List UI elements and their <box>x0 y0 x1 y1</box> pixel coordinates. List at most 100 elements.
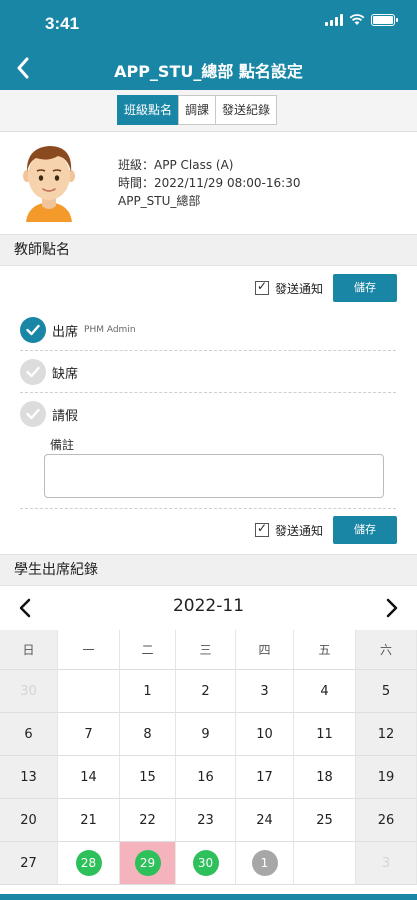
calendar-week-row: 6 7 8 9 10 11 12 <box>0 713 417 756</box>
tab-reschedule[interactable]: 調課 <box>178 95 217 125</box>
month-label: 2022-11 <box>172 596 245 616</box>
attendance-marker: 28 <box>75 850 102 876</box>
attendance-marker: 1 <box>251 850 278 876</box>
wifi-icon <box>349 14 365 25</box>
weekday-label: 二 <box>120 630 176 670</box>
chevron-right-icon <box>386 598 398 618</box>
weekday-label: 日 <box>0 630 58 670</box>
calendar-day[interactable]: 3 <box>356 842 417 885</box>
class-info: 班級：APP Class (A) 時間：2022/11/29 08:00-16:… <box>0 132 417 232</box>
radio-checked-icon <box>20 317 46 343</box>
battery-icon <box>371 14 398 26</box>
attendance-marker: 30 <box>192 850 219 876</box>
calendar-day[interactable]: 28 <box>58 842 120 885</box>
option-label: 出席 <box>52 324 79 340</box>
calendar-day[interactable]: 1 <box>236 842 294 885</box>
remark-input[interactable] <box>44 454 384 498</box>
calendar-day[interactable]: 13 <box>0 756 58 799</box>
calendar-day[interactable]: 9 <box>176 713 236 756</box>
calendar-day[interactable]: 26 <box>356 799 417 842</box>
class-line: 班級：APP Class (A) <box>118 158 234 172</box>
calendar-day[interactable]: 20 <box>0 799 58 842</box>
page-title: APP_STU_總部 點名設定 <box>114 62 303 81</box>
calendar-body: 30 1 2 3 4 5 6 7 8 9 10 11 12 13 14 15 16 17 18 19 20 21 22 23 2… <box>0 670 417 885</box>
calendar-day[interactable]: 1 <box>120 670 176 713</box>
attendance-marker: 29 <box>134 850 161 876</box>
calendar-week-row: 20 21 22 23 24 25 26 <box>0 799 417 842</box>
bottom-bar <box>0 894 417 900</box>
notify-label: 發送通知 <box>274 281 323 296</box>
time-line: 時間：2022/11/29 08:00-16:30 <box>118 176 301 190</box>
calendar-day[interactable]: 22 <box>120 799 176 842</box>
calendar-day[interactable]: 7 <box>58 713 120 756</box>
option-present[interactable]: 出席 PHM Admin <box>20 317 136 343</box>
divider <box>20 508 396 509</box>
calendar-empty-cell <box>58 670 120 713</box>
notify-checkbox-bottom[interactable]: ✓ <box>254 521 269 537</box>
calendar-day[interactable]: 12 <box>356 713 417 756</box>
calendar-day[interactable]: 2 <box>176 670 236 713</box>
weekday-header: 日一二三四五六 <box>0 630 417 670</box>
weekday-label: 四 <box>236 630 294 670</box>
tab-bar: 班級點名 調課 發送紀錄 <box>0 90 417 132</box>
tab-class-rollcall[interactable]: 班級點名 <box>117 95 180 125</box>
avatar <box>23 146 75 222</box>
calendar-empty-cell <box>294 842 356 885</box>
calendar-day[interactable]: 15 <box>120 756 176 799</box>
teacher-section-header: 教師點名 <box>0 234 417 266</box>
remark-label: 備註 <box>50 438 75 452</box>
notify-row-bottom: ✓ 發送通知 儲存 <box>254 516 397 544</box>
next-month-button[interactable] <box>381 598 401 618</box>
calendar-day[interactable]: 24 <box>236 799 294 842</box>
radio-unchecked-icon <box>20 401 46 427</box>
weekday-label: 五 <box>294 630 356 670</box>
notify-checkbox-top[interactable]: ✓ <box>254 279 269 295</box>
app-header: 3:41 APP_STU_總部 點名設定 <box>0 0 417 90</box>
student-section-header: 學生出席紀錄 <box>0 554 417 586</box>
calendar-day[interactable]: 11 <box>294 713 356 756</box>
tab-send-record[interactable]: 發送紀錄 <box>215 95 278 125</box>
calendar-day[interactable]: 5 <box>356 670 417 713</box>
calendar-day[interactable]: 8 <box>120 713 176 756</box>
option-label: 缺席 <box>52 366 79 382</box>
divider <box>20 350 396 351</box>
calendar-day[interactable]: 17 <box>236 756 294 799</box>
status-time: 3:41 <box>45 14 80 33</box>
calendar-day[interactable]: 3 <box>236 670 294 713</box>
calendar-day[interactable]: 14 <box>58 756 120 799</box>
option-leave[interactable]: 請假 <box>20 401 78 427</box>
option-absent[interactable]: 缺席 <box>20 359 78 385</box>
calendar-day[interactable]: 27 <box>0 842 58 885</box>
calendar-day[interactable]: 30 <box>176 842 236 885</box>
save-button-top[interactable]: 儲存 <box>333 274 397 302</box>
weekday-label: 一 <box>58 630 120 670</box>
calendar-day[interactable]: 25 <box>294 799 356 842</box>
option-sub-label: PHM Admin <box>84 325 136 335</box>
weekday-label: 三 <box>176 630 236 670</box>
calendar-day[interactable]: 4 <box>294 670 356 713</box>
check-icon: ✓ <box>256 279 268 293</box>
calendar-day[interactable]: 19 <box>356 756 417 799</box>
calendar-day[interactable]: 16 <box>176 756 236 799</box>
calendar-week-row: 30 1 2 3 4 5 <box>0 670 417 713</box>
calendar-grid: 日一二三四五六 30 1 2 3 4 5 6 7 8 9 10 11 12 13 14 15 16 17 18 19 2… <box>0 630 417 885</box>
calendar-week-row: 13 14 15 16 17 18 19 <box>0 756 417 799</box>
calendar-day[interactable]: 10 <box>236 713 294 756</box>
notify-label: 發送通知 <box>274 523 323 538</box>
radio-unchecked-icon <box>20 359 46 385</box>
status-icons <box>325 14 398 26</box>
calendar-day[interactable]: 21 <box>58 799 120 842</box>
weekday-label: 六 <box>356 630 417 670</box>
calendar-day[interactable]: 18 <box>294 756 356 799</box>
save-button-bottom[interactable]: 儲存 <box>333 516 397 544</box>
option-label: 請假 <box>52 408 79 424</box>
calendar-day[interactable]: 29 <box>120 842 176 885</box>
month-navigator: 2022-11 <box>0 590 417 624</box>
notify-row-top: ✓ 發送通知 儲存 <box>254 274 397 302</box>
check-icon: ✓ <box>256 521 268 535</box>
calendar-day[interactable]: 6 <box>0 713 58 756</box>
signal-icon <box>325 14 343 26</box>
calendar-day[interactable]: 30 <box>0 670 58 713</box>
calendar-day[interactable]: 23 <box>176 799 236 842</box>
branch-line: APP_STU_總部 <box>118 194 201 208</box>
